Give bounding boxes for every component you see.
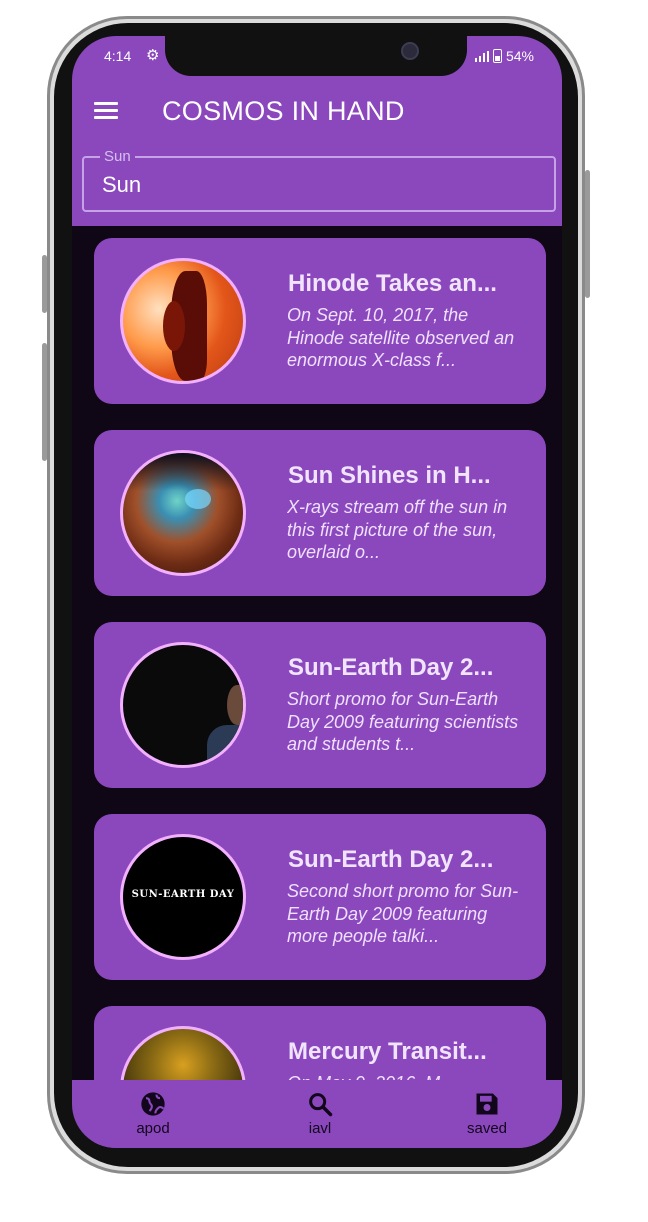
nav-label: apod [136,1120,170,1137]
result-title: Sun Shines in H... [288,462,491,489]
volume-up-button [42,255,47,313]
result-description: X-rays stream off the sun in this first … [287,497,508,562]
list-item[interactable]: Sun-Earth Day 2... Short promo for Sun-E… [94,622,546,788]
list-item[interactable]: Hinode Takes an... On Sept. 10, 2017, th… [94,238,546,404]
result-title: Hinode Takes an... [288,270,497,297]
battery-percent: 54% [505,48,534,64]
nav-item-saved[interactable]: saved [447,1090,527,1137]
search-icon [280,1090,360,1118]
result-thumbnail [120,258,246,384]
globe-icon [113,1090,193,1118]
status-time: 4:14 [104,48,132,64]
nav-label: iavl [308,1120,332,1137]
thumbnail-caption: SUN-EARTH DAY [131,889,235,900]
list-item[interactable]: Sun Shines in H... X-rays stream off the… [94,430,546,596]
screen: Hinode Takes an... On Sept. 10, 2017, th… [72,36,562,1148]
result-description: Second short promo for Sun-Earth Day 200… [287,881,519,946]
signal-icon [474,50,489,62]
search-field[interactable]: Sun [82,148,556,212]
status-indicators: 54% [474,48,534,64]
power-button [585,170,590,298]
battery-icon [492,49,502,63]
result-thumbnail [120,450,246,576]
bottom-navigation: apod iavl saved [72,1080,562,1148]
save-icon [447,1090,527,1118]
search-input[interactable] [102,172,522,198]
nav-item-apod[interactable]: apod [113,1090,193,1137]
result-title: Mercury Transit... [288,1038,487,1065]
front-camera [401,42,419,60]
display-notch [165,36,467,76]
gear-icon: ⚙ [146,47,160,64]
result-description: Short promo for Sun-Earth Day 2009 featu… [287,689,519,754]
search-label: Sun [100,148,135,165]
result-thumbnail [120,642,246,768]
nav-item-iavl[interactable]: iavl [280,1090,360,1137]
app-bar: 4:14 ⚙ 54% COSMOS IN HAND Sun [72,36,562,226]
result-title: Sun-Earth Day 2... [288,654,494,681]
result-description: On Sept. 10, 2017, the Hinode satellite … [287,305,515,370]
app-title: COSMOS IN HAND [162,96,405,126]
result-thumbnail: SUN-EARTH DAY [120,834,246,960]
result-title: Sun-Earth Day 2... [288,846,494,873]
nav-label: saved [466,1120,508,1137]
volume-down-button [42,343,47,461]
menu-icon[interactable] [94,102,118,120]
list-item[interactable]: SUN-EARTH DAY Sun-Earth Day 2... Second … [94,814,546,980]
